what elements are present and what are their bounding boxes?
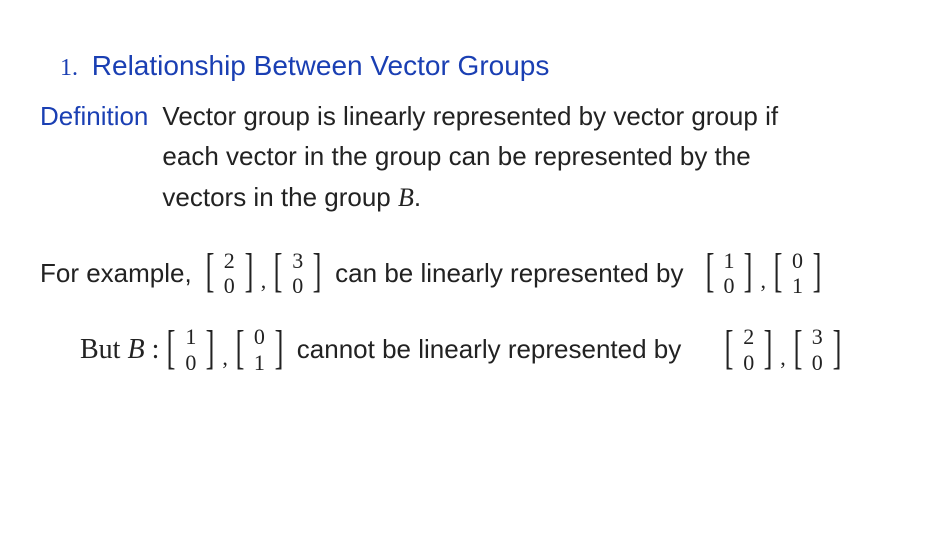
counter-lead-colon: :	[145, 334, 160, 365]
vector-entry: 0	[743, 350, 754, 375]
vector-entry: 1	[792, 273, 803, 298]
vector-A1: [ 2 0 ]	[721, 322, 776, 377]
right-bracket-icon: ]	[744, 247, 753, 295]
left-bracket-icon: [	[235, 324, 244, 372]
vector-entry: 1	[185, 324, 196, 349]
vector-entry: 0	[224, 273, 235, 298]
vector-entry: 1	[723, 248, 734, 273]
definition-line-1: Vector group is linearly represented by …	[162, 101, 778, 131]
definition-line-2: each vector in the group can be represen…	[162, 141, 750, 171]
definition-line-3-suffix: .	[414, 182, 421, 212]
section-title: 1. Relationship Between Vector Groups	[60, 50, 910, 82]
right-bracket-icon: ]	[244, 247, 253, 295]
comma-separator: ,	[218, 345, 232, 371]
right-bracket-icon: ]	[764, 324, 773, 372]
vector-entry: 0	[185, 350, 196, 375]
vector-A1-col: 2 0	[737, 322, 760, 377]
vector-entry: 0	[792, 248, 803, 273]
vector-entry: 0	[723, 273, 734, 298]
vector-A1-col: 2 0	[218, 246, 241, 301]
vector-B1-col: 1 0	[179, 322, 202, 377]
example-vectors-B: [ 1 0 ] , [ 0 1 ]	[702, 246, 825, 301]
right-bracket-icon: ]	[313, 247, 322, 295]
left-bracket-icon: [	[774, 247, 783, 295]
example-vectors-A: [ 2 0 ] , [ 3 0 ]	[202, 246, 325, 301]
vector-B1: [ 1 0 ]	[163, 322, 218, 377]
example-mid-text: can be linearly represented by	[335, 258, 683, 289]
definition-line-3-prefix: vectors in the group	[162, 182, 398, 212]
comma-separator: ,	[756, 268, 770, 294]
counter-vectors-B: [ 1 0 ] , [ 0 1 ]	[163, 322, 286, 377]
vector-entry: 0	[254, 324, 265, 349]
vector-B2: [ 0 1 ]	[770, 246, 825, 301]
left-bracket-icon: [	[274, 247, 283, 295]
vector-B1-col: 1 0	[717, 246, 740, 301]
definition-block: Definition Vector group is linearly repr…	[40, 96, 910, 218]
definition-label: Definition	[40, 96, 148, 136]
right-bracket-icon: ]	[832, 324, 841, 372]
definition-symbol-B: B	[398, 183, 414, 212]
vector-A2-col: 3 0	[286, 246, 309, 301]
vector-entry: 1	[254, 350, 265, 375]
counterexample-row: But B : [ 1 0 ] , [ 0 1 ] cannot be l	[80, 322, 910, 377]
vector-entry: 2	[743, 324, 754, 349]
example-lead: For example,	[40, 258, 192, 289]
vector-A2: [ 3 0 ]	[270, 246, 325, 301]
vector-A1: [ 2 0 ]	[202, 246, 257, 301]
example-row: For example, [ 2 0 ] , [ 3 0 ] can be li…	[40, 246, 910, 301]
vector-entry: 0	[292, 273, 303, 298]
vector-B2-col: 0 1	[786, 246, 809, 301]
right-bracket-icon: ]	[206, 324, 215, 372]
comma-separator: ,	[257, 268, 271, 294]
right-bracket-icon: ]	[813, 247, 822, 295]
vector-B2: [ 0 1 ]	[232, 322, 287, 377]
comma-separator: ,	[776, 345, 790, 371]
left-bracket-icon: [	[793, 324, 802, 372]
counter-lead-symbol: B	[127, 334, 144, 365]
vector-entry: 0	[812, 350, 823, 375]
left-bracket-icon: [	[205, 247, 214, 295]
vector-entry: 3	[292, 248, 303, 273]
counter-mid-text: cannot be linearly represented by	[297, 334, 681, 365]
slide-page: 1. Relationship Between Vector Groups De…	[0, 0, 950, 535]
section-number: 1.	[60, 55, 78, 81]
left-bracket-icon: [	[725, 324, 734, 372]
vector-entry: 3	[812, 324, 823, 349]
right-bracket-icon: ]	[274, 324, 283, 372]
vector-entry: 2	[224, 248, 235, 273]
vector-B2-col: 0 1	[248, 322, 271, 377]
vector-A2-col: 3 0	[806, 322, 829, 377]
left-bracket-icon: [	[167, 324, 176, 372]
vector-B1: [ 1 0 ]	[702, 246, 757, 301]
counter-vectors-A: [ 2 0 ] , [ 3 0 ]	[721, 322, 844, 377]
vector-A2: [ 3 0 ]	[790, 322, 845, 377]
section-title-text: Relationship Between Vector Groups	[92, 50, 550, 81]
counter-lead: But B :	[80, 334, 159, 366]
definition-body: Vector group is linearly represented by …	[162, 96, 778, 218]
counter-lead-prefix: But	[80, 334, 127, 365]
left-bracket-icon: [	[705, 247, 714, 295]
